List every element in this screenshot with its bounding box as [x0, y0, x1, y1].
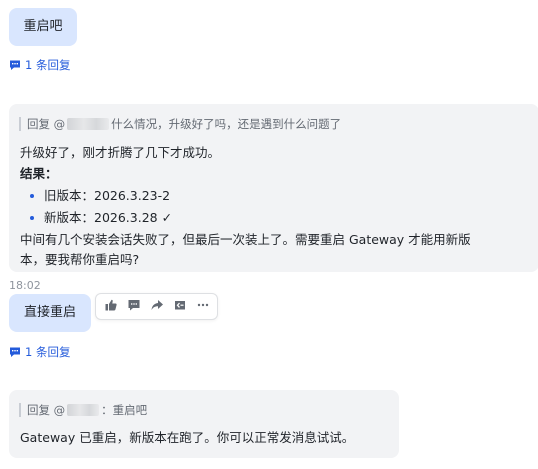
list-item: 旧版本：2026.3.23-2: [20, 186, 532, 206]
result-heading: 结果：: [20, 166, 58, 181]
reply-quote[interactable]: 回复 @ 什么情况，升级好了吗，还是遇到什么问题了: [19, 117, 527, 131]
redacted-username: [67, 404, 100, 416]
message-text: 直接重启: [23, 305, 76, 320]
thread-replies-link[interactable]: 1 条回复: [9, 57, 70, 73]
comment-icon: [127, 297, 141, 316]
bullet-dot: [30, 194, 34, 198]
timestamp: 18:02: [9, 279, 41, 292]
redacted-username: [67, 118, 110, 130]
message-line: Gateway 已重启，新版本在跑了。你可以正常发消息试试。: [20, 430, 355, 445]
forward-button[interactable]: [145, 296, 168, 317]
thumbs-up-icon: [104, 297, 118, 316]
forward-icon: [150, 297, 164, 316]
more-icon: [196, 297, 210, 316]
list-item: 新版本：2026.3.28 ✓: [20, 208, 532, 228]
message-action-toolbar: [95, 293, 218, 320]
message-text: 重启吧: [23, 19, 63, 34]
reply-count-label: 1 条回复: [25, 345, 71, 359]
reply-count-label: 1 条回复: [25, 58, 71, 72]
chat-thread: 重启吧 1 条回复 回复 @ 什么情况，升级好了吗，还是遇到什么问题了 升级好了，…: [0, 0, 538, 469]
comment-button[interactable]: [122, 296, 145, 317]
quote-icon: [173, 297, 187, 316]
thumbs-up-button[interactable]: [99, 296, 122, 317]
reply-quote[interactable]: 回复 @ ：重启吧: [19, 403, 397, 417]
more-button[interactable]: [191, 296, 214, 317]
comment-icon: [9, 59, 21, 71]
user-message-bubble[interactable]: 重启吧: [9, 8, 77, 46]
bullet-dot: [30, 216, 34, 220]
message-line: 升级好了，刚才折腾了几下才成功。: [20, 145, 221, 160]
message-line: 中间有几个安装会话失败了，但最后一次装上了。需要重启 Gateway 才能用新版: [20, 232, 471, 247]
bot-message-bubble: 回复 @ 什么情况，升级好了吗，还是遇到什么问题了 升级好了，刚才折腾了几下才成功…: [9, 104, 538, 272]
quote-button[interactable]: [168, 296, 191, 317]
message-line: 本，要我帮你重启吗?: [20, 252, 140, 267]
comment-icon: [9, 346, 21, 358]
thread-replies-link[interactable]: 1 条回复: [9, 344, 70, 360]
user-message-bubble[interactable]: 直接重启: [9, 294, 91, 332]
bot-message-bubble: 回复 @ ：重启吧 Gateway 已重启，新版本在跑了。你可以正常发消息试试。: [9, 390, 399, 458]
